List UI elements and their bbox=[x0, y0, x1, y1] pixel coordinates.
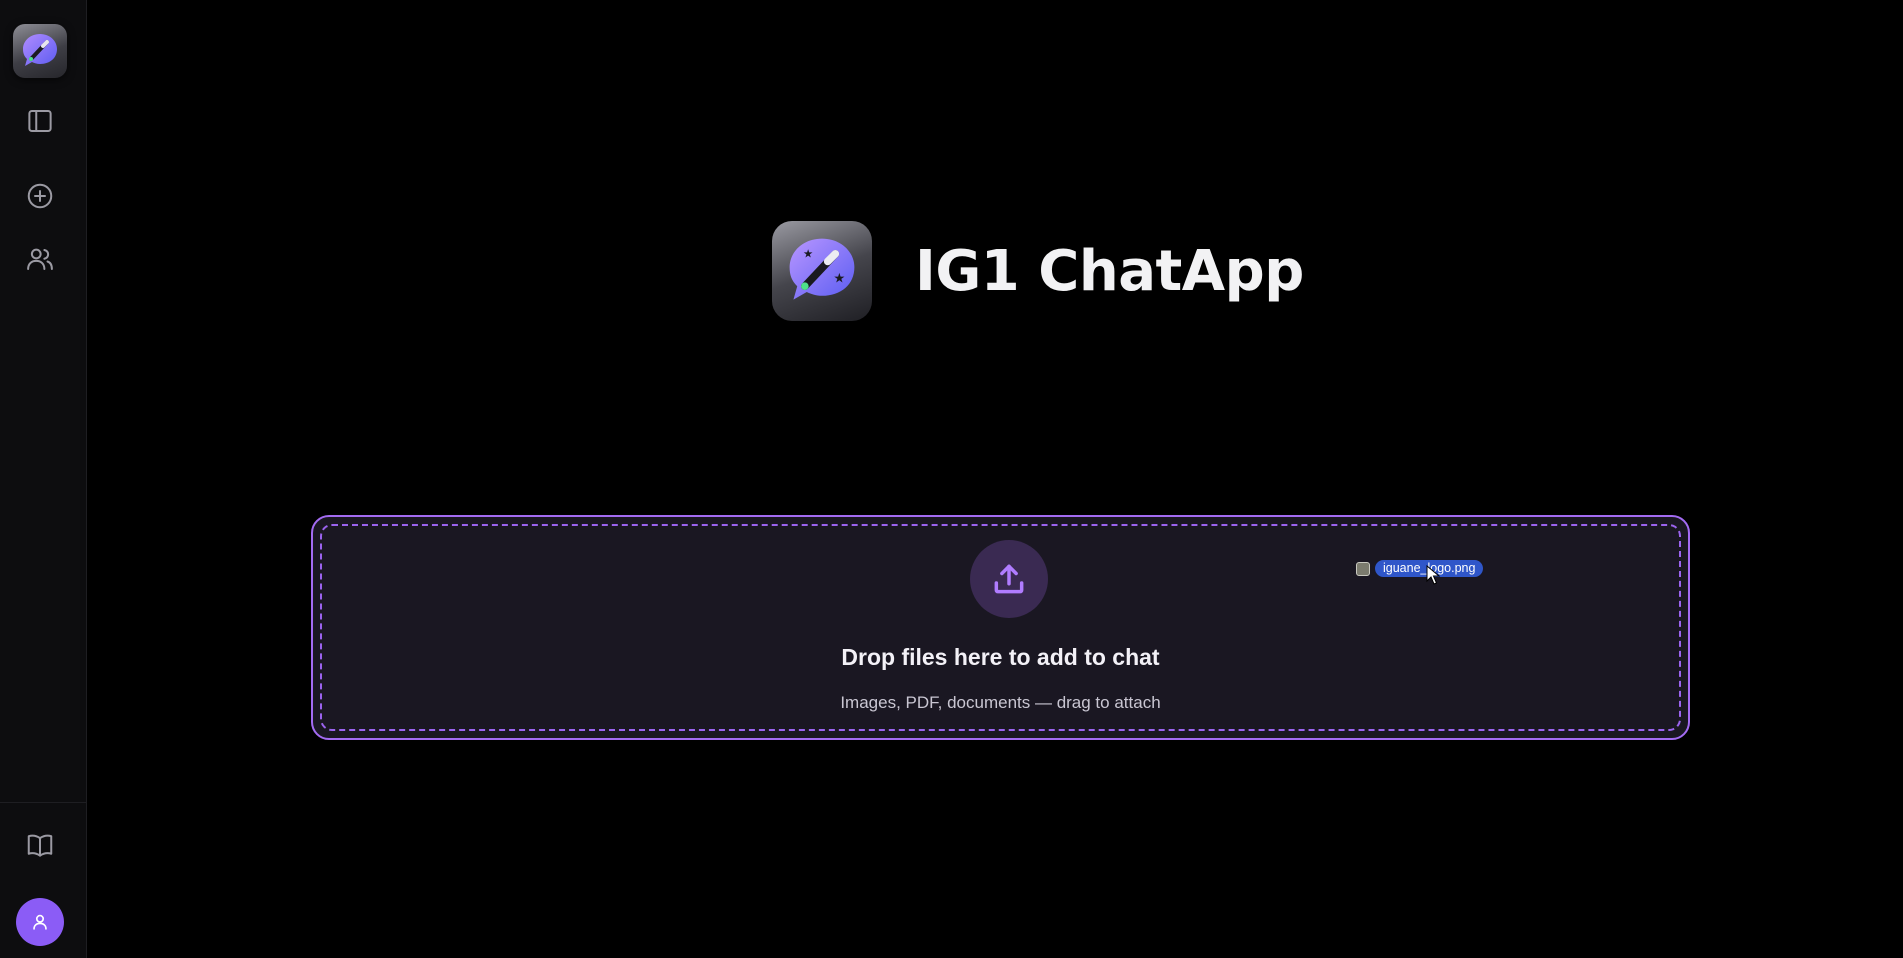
upload-icon-container bbox=[970, 540, 1048, 618]
book-open-icon bbox=[27, 834, 53, 857]
magic-chat-logo-icon[interactable] bbox=[13, 24, 67, 78]
users-button[interactable] bbox=[14, 233, 66, 285]
sidebar bbox=[0, 0, 87, 958]
sidebar-panel-icon bbox=[28, 110, 52, 132]
app-window: ★ ★ IG1 ChatApp Drop files here to add t… bbox=[0, 0, 1903, 958]
user-icon bbox=[33, 914, 47, 930]
app-title: IG1 ChatApp bbox=[915, 238, 1304, 304]
file-dropzone[interactable]: Drop files here to add to chat Images, P… bbox=[311, 515, 1690, 740]
toggle-sidebar-button[interactable] bbox=[14, 95, 66, 147]
mouse-cursor-icon bbox=[1426, 565, 1440, 585]
new-chat-button[interactable] bbox=[14, 170, 66, 222]
dropzone-title: Drop files here to add to chat bbox=[841, 644, 1160, 670]
dropzone-dashed-area[interactable]: Drop files here to add to chat Images, P… bbox=[320, 524, 1681, 731]
dropzone-subtitle: Images, PDF, documents — drag to attach bbox=[840, 693, 1161, 712]
library-button[interactable] bbox=[14, 819, 66, 871]
profile-avatar-button[interactable] bbox=[16, 898, 64, 946]
sidebar-divider bbox=[0, 802, 86, 803]
brand-header: ★ ★ IG1 ChatApp bbox=[772, 221, 1304, 321]
svg-text:★: ★ bbox=[833, 271, 845, 286]
app-logo-icon: ★ ★ bbox=[772, 221, 872, 321]
plus-circle-icon bbox=[27, 183, 53, 209]
dragged-file-chip[interactable]: iguane_logo.png bbox=[1356, 560, 1484, 577]
svg-text:★: ★ bbox=[803, 247, 813, 261]
upload-icon bbox=[994, 564, 1024, 594]
users-icon bbox=[27, 248, 53, 270]
file-thumbnail-icon bbox=[1356, 561, 1370, 576]
